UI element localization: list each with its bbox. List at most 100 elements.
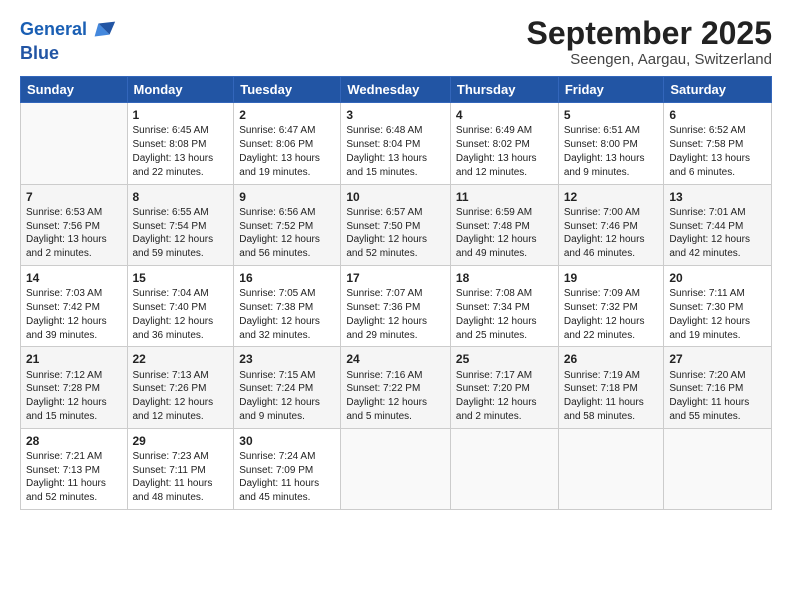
calendar-cell: 26 Sunrise: 7:19 AM Sunset: 7:18 PM Dayli… bbox=[558, 347, 664, 428]
calendar-cell: 9Sunrise: 6:56 AM Sunset: 7:52 PM Daylig… bbox=[234, 184, 341, 265]
calendar-cell: 20Sunrise: 7:11 AM Sunset: 7:30 PM Dayli… bbox=[664, 265, 772, 346]
cell-content: Sunrise: 7:12 AM Sunset: 7:28 PM Dayligh… bbox=[26, 369, 122, 424]
calendar-cell bbox=[664, 428, 772, 509]
col-header-sunday: Sunday bbox=[21, 77, 128, 103]
logo: General Blue bbox=[20, 16, 117, 64]
title-block: September 2025 Seengen, Aargau, Switzerl… bbox=[527, 16, 772, 68]
calendar-cell: 10Sunrise: 6:57 AM Sunset: 7:50 PM Dayli… bbox=[341, 184, 451, 265]
day-number: 2 bbox=[239, 107, 335, 123]
logo-line1: General bbox=[20, 19, 87, 39]
day-number: 17 bbox=[346, 270, 445, 286]
cell-content: Sunrise: 7:13 AM Sunset: 7:26 PM Dayligh… bbox=[133, 369, 229, 424]
calendar-cell: 25Sunrise: 7:17 AM Sunset: 7:20 PM Dayli… bbox=[450, 347, 558, 428]
day-number: 23 bbox=[239, 351, 335, 367]
day-number: 4 bbox=[456, 107, 553, 123]
cell-content: Sunrise: 7:05 AM Sunset: 7:38 PM Dayligh… bbox=[239, 287, 335, 342]
calendar-cell: 5Sunrise: 6:51 AM Sunset: 8:00 PM Daylig… bbox=[558, 103, 664, 184]
cell-content: Sunrise: 6:59 AM Sunset: 7:48 PM Dayligh… bbox=[456, 206, 553, 261]
col-header-wednesday: Wednesday bbox=[341, 77, 451, 103]
day-number: 26 bbox=[564, 351, 659, 367]
day-number: 30 bbox=[239, 433, 335, 449]
calendar-row-3: 21 Sunrise: 7:12 AM Sunset: 7:28 PM Dayli… bbox=[21, 347, 772, 428]
calendar: SundayMondayTuesdayWednesdayThursdayFrid… bbox=[20, 76, 772, 510]
day-number: 6 bbox=[669, 107, 766, 123]
day-number: 12 bbox=[564, 189, 659, 205]
calendar-cell: 1Sunrise: 6:45 AM Sunset: 8:08 PM Daylig… bbox=[127, 103, 234, 184]
cell-content: Sunrise: 6:45 AM Sunset: 8:08 PM Dayligh… bbox=[133, 124, 229, 179]
day-number: 5 bbox=[564, 107, 659, 123]
calendar-cell: 29Sunrise: 7:23 AM Sunset: 7:11 PM Dayli… bbox=[127, 428, 234, 509]
header-row: SundayMondayTuesdayWednesdayThursdayFrid… bbox=[21, 77, 772, 103]
cell-content: Sunrise: 7:21 AM Sunset: 7:13 PM Dayligh… bbox=[26, 450, 122, 505]
page: General Blue September 2025 Seengen, Aar… bbox=[0, 0, 792, 612]
calendar-cell: 15Sunrise: 7:04 AM Sunset: 7:40 PM Dayli… bbox=[127, 265, 234, 346]
cell-content: Sunrise: 7:04 AM Sunset: 7:40 PM Dayligh… bbox=[133, 287, 229, 342]
cell-content: Sunrise: 7:19 AM Sunset: 7:18 PM Dayligh… bbox=[564, 369, 659, 424]
cell-content: Sunrise: 7:24 AM Sunset: 7:09 PM Dayligh… bbox=[239, 450, 335, 505]
calendar-cell: 27Sunrise: 7:20 AM Sunset: 7:16 PM Dayli… bbox=[664, 347, 772, 428]
calendar-cell bbox=[341, 428, 451, 509]
cell-content: Sunrise: 7:20 AM Sunset: 7:16 PM Dayligh… bbox=[669, 369, 766, 424]
cell-content: Sunrise: 7:15 AM Sunset: 7:24 PM Dayligh… bbox=[239, 369, 335, 424]
cell-content: Sunrise: 6:53 AM Sunset: 7:56 PM Dayligh… bbox=[26, 206, 122, 261]
calendar-cell: 11Sunrise: 6:59 AM Sunset: 7:48 PM Dayli… bbox=[450, 184, 558, 265]
day-number: 29 bbox=[133, 433, 229, 449]
cell-content: Sunrise: 6:48 AM Sunset: 8:04 PM Dayligh… bbox=[346, 124, 445, 179]
calendar-cell: 7Sunrise: 6:53 AM Sunset: 7:56 PM Daylig… bbox=[21, 184, 128, 265]
cell-content: Sunrise: 6:52 AM Sunset: 7:58 PM Dayligh… bbox=[669, 124, 766, 179]
cell-content: Sunrise: 7:09 AM Sunset: 7:32 PM Dayligh… bbox=[564, 287, 659, 342]
calendar-cell: 24Sunrise: 7:16 AM Sunset: 7:22 PM Dayli… bbox=[341, 347, 451, 428]
calendar-cell: 3Sunrise: 6:48 AM Sunset: 8:04 PM Daylig… bbox=[341, 103, 451, 184]
calendar-cell bbox=[21, 103, 128, 184]
col-header-tuesday: Tuesday bbox=[234, 77, 341, 103]
logo-icon bbox=[89, 16, 117, 44]
calendar-cell: 22 Sunrise: 7:13 AM Sunset: 7:26 PM Dayli… bbox=[127, 347, 234, 428]
day-number: 7 bbox=[26, 189, 122, 205]
calendar-cell: 16Sunrise: 7:05 AM Sunset: 7:38 PM Dayli… bbox=[234, 265, 341, 346]
day-number: 20 bbox=[669, 270, 766, 286]
day-number: 1 bbox=[133, 107, 229, 123]
cell-content: Sunrise: 7:23 AM Sunset: 7:11 PM Dayligh… bbox=[133, 450, 229, 505]
calendar-row-0: 1Sunrise: 6:45 AM Sunset: 8:08 PM Daylig… bbox=[21, 103, 772, 184]
day-number: 19 bbox=[564, 270, 659, 286]
calendar-cell: 12Sunrise: 7:00 AM Sunset: 7:46 PM Dayli… bbox=[558, 184, 664, 265]
logo-line2: Blue bbox=[20, 44, 117, 64]
col-header-thursday: Thursday bbox=[450, 77, 558, 103]
cell-content: Sunrise: 6:55 AM Sunset: 7:54 PM Dayligh… bbox=[133, 206, 229, 261]
col-header-monday: Monday bbox=[127, 77, 234, 103]
cell-content: Sunrise: 7:16 AM Sunset: 7:22 PM Dayligh… bbox=[346, 369, 445, 424]
calendar-row-4: 28Sunrise: 7:21 AM Sunset: 7:13 PM Dayli… bbox=[21, 428, 772, 509]
cell-content: Sunrise: 7:08 AM Sunset: 7:34 PM Dayligh… bbox=[456, 287, 553, 342]
cell-content: Sunrise: 7:11 AM Sunset: 7:30 PM Dayligh… bbox=[669, 287, 766, 342]
day-number: 21 bbox=[26, 351, 122, 367]
col-header-saturday: Saturday bbox=[664, 77, 772, 103]
day-number: 9 bbox=[239, 189, 335, 205]
day-number: 25 bbox=[456, 351, 553, 367]
cell-content: Sunrise: 6:51 AM Sunset: 8:00 PM Dayligh… bbox=[564, 124, 659, 179]
logo-text: General bbox=[20, 20, 87, 40]
day-number: 18 bbox=[456, 270, 553, 286]
day-number: 22 bbox=[133, 351, 229, 367]
calendar-cell: 8Sunrise: 6:55 AM Sunset: 7:54 PM Daylig… bbox=[127, 184, 234, 265]
day-number: 13 bbox=[669, 189, 766, 205]
calendar-cell: 2Sunrise: 6:47 AM Sunset: 8:06 PM Daylig… bbox=[234, 103, 341, 184]
calendar-cell: 19Sunrise: 7:09 AM Sunset: 7:32 PM Dayli… bbox=[558, 265, 664, 346]
cell-content: Sunrise: 6:49 AM Sunset: 8:02 PM Dayligh… bbox=[456, 124, 553, 179]
calendar-cell bbox=[450, 428, 558, 509]
day-number: 3 bbox=[346, 107, 445, 123]
calendar-cell: 18Sunrise: 7:08 AM Sunset: 7:34 PM Dayli… bbox=[450, 265, 558, 346]
day-number: 28 bbox=[26, 433, 122, 449]
day-number: 10 bbox=[346, 189, 445, 205]
calendar-cell: 4Sunrise: 6:49 AM Sunset: 8:02 PM Daylig… bbox=[450, 103, 558, 184]
calendar-row-2: 14Sunrise: 7:03 AM Sunset: 7:42 PM Dayli… bbox=[21, 265, 772, 346]
calendar-row-1: 7Sunrise: 6:53 AM Sunset: 7:56 PM Daylig… bbox=[21, 184, 772, 265]
cell-content: Sunrise: 6:56 AM Sunset: 7:52 PM Dayligh… bbox=[239, 206, 335, 261]
header: General Blue September 2025 Seengen, Aar… bbox=[20, 16, 772, 68]
calendar-cell: 17Sunrise: 7:07 AM Sunset: 7:36 PM Dayli… bbox=[341, 265, 451, 346]
calendar-cell: 23 Sunrise: 7:15 AM Sunset: 7:24 PM Dayli… bbox=[234, 347, 341, 428]
calendar-cell: 21 Sunrise: 7:12 AM Sunset: 7:28 PM Dayli… bbox=[21, 347, 128, 428]
day-number: 16 bbox=[239, 270, 335, 286]
location: Seengen, Aargau, Switzerland bbox=[527, 51, 772, 68]
calendar-cell: 30Sunrise: 7:24 AM Sunset: 7:09 PM Dayli… bbox=[234, 428, 341, 509]
calendar-cell: 14Sunrise: 7:03 AM Sunset: 7:42 PM Dayli… bbox=[21, 265, 128, 346]
